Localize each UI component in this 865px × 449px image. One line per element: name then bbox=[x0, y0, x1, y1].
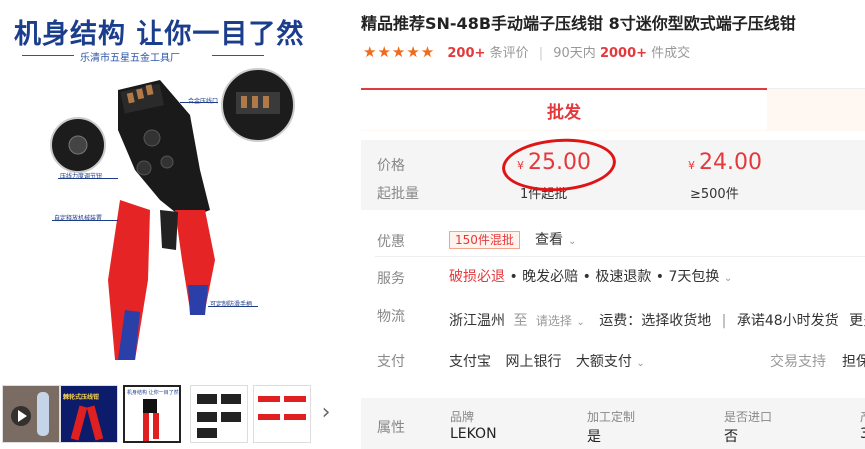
chevron-down-icon: ⌄ bbox=[723, 273, 733, 284]
callout-jaw: 合金压线口 bbox=[188, 98, 219, 105]
attr-value: 是 bbox=[587, 429, 601, 445]
service-item: 晚发必赔 bbox=[522, 269, 579, 285]
attr-value: LEKON bbox=[450, 426, 497, 442]
chevron-right-icon[interactable]: › bbox=[316, 385, 336, 443]
bullet-separator: • bbox=[655, 269, 669, 285]
logistics-separator: | bbox=[721, 313, 727, 329]
tab-wholesale-label: 批发 bbox=[547, 103, 581, 123]
attr-value: 3 bbox=[860, 426, 865, 442]
sales-count: 2000+ bbox=[599, 46, 648, 61]
attr-key: 产 bbox=[860, 408, 865, 425]
thumbnail-4-tool bbox=[197, 394, 217, 404]
hero-divider-right bbox=[212, 55, 264, 56]
chevron-down-icon: ⌄ bbox=[568, 236, 577, 247]
star-rating-icon: ★★★★★ bbox=[363, 43, 436, 61]
shipping-to: 至 bbox=[513, 313, 528, 329]
thumbnail-4-tool bbox=[197, 428, 217, 438]
logistics-label: 物流 bbox=[377, 309, 405, 325]
callout-release: 自定释放机械装置 bbox=[54, 215, 103, 222]
attributes-label: 属性 bbox=[377, 420, 405, 436]
service-label: 服务 bbox=[377, 271, 405, 287]
moq-label: 起批量 bbox=[377, 186, 419, 202]
promo-label: 优惠 bbox=[377, 234, 405, 250]
service-item: 7天包换 bbox=[668, 269, 720, 285]
row-divider bbox=[375, 256, 865, 257]
thumbnail-5[interactable] bbox=[253, 385, 311, 443]
service-item: 破损必退 bbox=[449, 269, 505, 285]
thumbnail-3-head bbox=[143, 399, 157, 413]
chevron-down-icon[interactable]: ⌄ bbox=[636, 358, 644, 369]
review-count[interactable]: 200+ bbox=[447, 46, 485, 61]
payment-method-large[interactable]: 大额支付 bbox=[576, 354, 632, 370]
product-main-image[interactable]: 机身结构 让你一目了然 乐清市五星五金工具厂 合金压线口 压线力度调节钮 自定释… bbox=[0, 0, 345, 380]
rating-row: ★★★★★ 200+ 条评价 | 90天内 2000+ 件成交 bbox=[363, 42, 690, 61]
attr-value: 否 bbox=[724, 429, 738, 445]
thumbnail-strip: 棘轮式压线钳 机身结构 让你一目了然 › bbox=[0, 383, 345, 449]
rating-separator: | bbox=[538, 46, 544, 61]
thumbnail-2[interactable]: 棘轮式压线钳 bbox=[60, 385, 118, 443]
thumbnail-3-handle bbox=[153, 413, 159, 439]
price-panel bbox=[361, 140, 865, 210]
thumbnail-3-handle bbox=[143, 413, 149, 441]
hero-divider-left bbox=[22, 55, 74, 56]
callout-grip: 可定制防滑手柄 bbox=[210, 301, 253, 308]
thumbnail-5-handle bbox=[284, 396, 306, 402]
logistics-more-link[interactable]: 更多 bbox=[849, 313, 865, 329]
price-tier-2-value: 24.00 bbox=[699, 150, 762, 175]
attr-key: 加工定制 bbox=[587, 410, 636, 424]
thumbnail-4-tool bbox=[221, 412, 241, 422]
trade-guarantee: 担保 bbox=[842, 354, 865, 370]
payment-label: 支付 bbox=[377, 354, 405, 370]
product-title: 精品推荐SN-48B手动端子压线钳 8寸迷你型欧式端子压线钳 bbox=[361, 14, 796, 33]
bullet-separator: • bbox=[582, 269, 596, 285]
service-item: 极速退款 bbox=[595, 269, 652, 285]
destination-select[interactable]: 请选择 bbox=[536, 314, 572, 328]
thumbnail-4-tool bbox=[197, 412, 217, 422]
thumbnail-5-handle bbox=[258, 396, 280, 402]
chevron-down-icon[interactable]: ⌄ bbox=[576, 317, 584, 328]
thumbnail-3[interactable]: 机身结构 让你一目了然 bbox=[123, 385, 181, 443]
price-tier-2-qty: ≥500件 bbox=[690, 187, 739, 202]
thumbnail-5-handle bbox=[284, 414, 306, 420]
trade-support-label: 交易支持 bbox=[770, 354, 826, 370]
review-label: 条评价 bbox=[489, 46, 529, 61]
payment-methods: 支付宝 网上银行 大额支付 ⌄ bbox=[449, 351, 645, 371]
sales-period: 90天内 bbox=[553, 46, 596, 61]
currency-symbol: ¥ bbox=[688, 159, 695, 172]
mixed-batch-tag[interactable]: 150件混批 bbox=[449, 231, 520, 249]
shipping-origin: 浙江温州 bbox=[449, 313, 505, 329]
promo-view-link[interactable]: 查看 bbox=[535, 232, 563, 248]
thumbnail-2-label: 棘轮式压线钳 bbox=[63, 394, 100, 401]
ship-promise: 承诺48小时发货 bbox=[736, 313, 839, 329]
thumbnail-2-handle bbox=[86, 405, 104, 441]
payment-method-netbank: 网上银行 bbox=[505, 354, 562, 370]
bullet-separator: • bbox=[509, 269, 523, 285]
thumbnail-2-handle bbox=[70, 405, 88, 441]
logistics-row: 浙江温州 至 请选择 ⌄ 运费：选择收货地 | 承诺48小时发货 更多 bbox=[449, 310, 865, 330]
attr-key: 是否进口 bbox=[724, 410, 773, 424]
hero-title: 机身结构 让你一目了然 bbox=[14, 19, 305, 50]
price-label: 价格 bbox=[377, 158, 405, 174]
payment-method-alipay: 支付宝 bbox=[449, 354, 491, 370]
thumbnail-5-handle bbox=[258, 414, 280, 420]
price-tier-2: ¥24.00 bbox=[688, 150, 762, 175]
callout-adjust: 压线力度调节钮 bbox=[60, 173, 103, 180]
thumbnail-video[interactable] bbox=[2, 385, 60, 443]
thumbnail-4-tool bbox=[221, 394, 241, 404]
service-row[interactable]: 破损必退 • 晚发必赔 • 极速退款 • 7天包换 ⌄ bbox=[449, 266, 732, 286]
freight-info: 运费：选择收货地 bbox=[599, 313, 712, 329]
sales-label: 件成交 bbox=[651, 46, 691, 61]
attr-key: 品牌 bbox=[450, 410, 475, 424]
play-icon bbox=[3, 386, 59, 442]
thumbnail-3-label: 机身结构 让你一目了然 bbox=[127, 390, 179, 396]
promo-row: 150件混批 查看 ⌄ bbox=[449, 229, 576, 249]
thumbnail-4[interactable] bbox=[190, 385, 248, 443]
